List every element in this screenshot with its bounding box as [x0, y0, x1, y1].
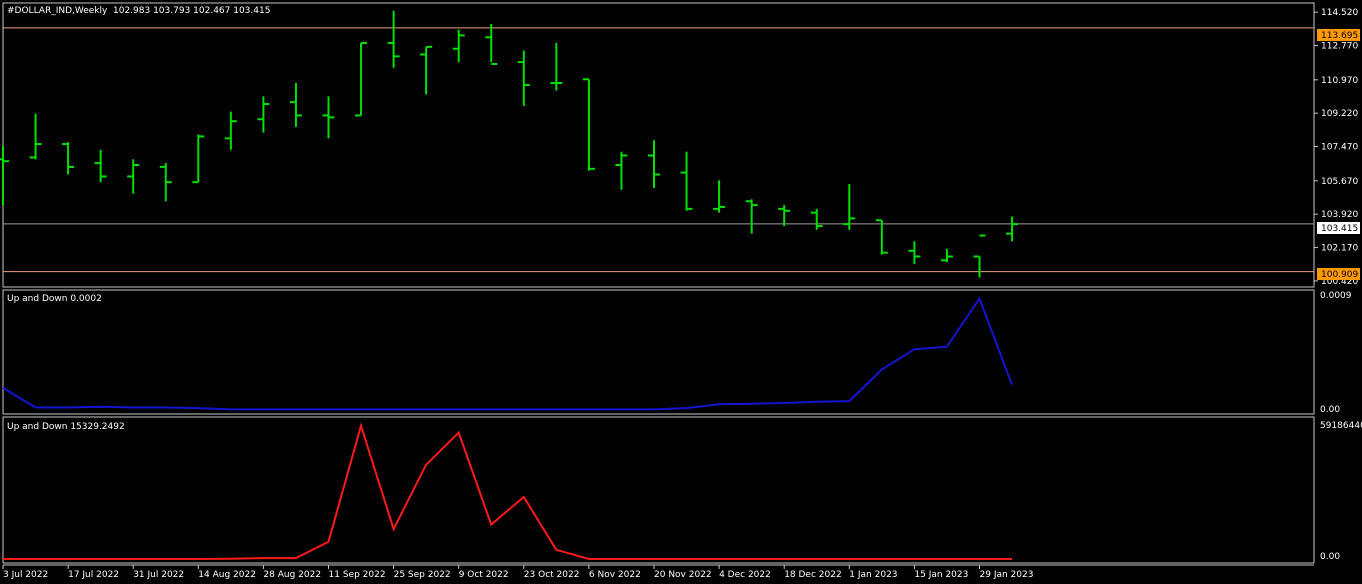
ohlc-bar — [908, 241, 921, 265]
time-tick-label: 9 Oct 2022 — [459, 570, 509, 580]
indicator1-label: Up and Down 0.0002 — [7, 294, 102, 304]
price-tick-label: 105.670 — [1321, 177, 1358, 187]
ohlc-bar — [745, 199, 758, 234]
ohlc-bar — [485, 23, 498, 65]
chart-canvas: 114.520 112.770 110.970 109.220 107.470 105.6… — [0, 2, 1362, 580]
ohlc-bar — [713, 180, 726, 213]
price-tick-label: 112.770 — [1321, 42, 1358, 52]
time-tick-label: 3 Jul 2022 — [3, 570, 48, 580]
ohlc-bar — [62, 142, 75, 175]
time-tick-label: 11 Sep 2022 — [329, 570, 386, 580]
ohlc-bar — [778, 205, 791, 227]
indicator1-line — [2, 296, 1013, 411]
ohlc-bar — [0, 145, 9, 206]
panel-frame-2 — [2, 416, 1315, 564]
ohlc-bar — [94, 149, 107, 183]
ohlc-bar — [517, 50, 530, 106]
ohlc-bar — [387, 10, 400, 68]
current-price-badge-text: 103.415 — [1321, 224, 1358, 234]
time-tick-label: 14 Aug 2022 — [198, 570, 256, 580]
ohlc-bar — [192, 134, 205, 184]
price-axis: 114.520 112.770 110.970 109.220 107.470 105.6… — [1314, 8, 1358, 287]
panel-frame-0 — [2, 2, 1315, 288]
ohlc-bar — [289, 83, 302, 127]
panel-frames — [2, 2, 1315, 566]
ohlc-bars — [0, 10, 1019, 278]
ohlc-bar — [550, 43, 563, 91]
ohlc-bar — [452, 29, 465, 63]
price-tick-label: 109.220 — [1321, 109, 1358, 119]
time-tick-label: 28 Aug 2022 — [263, 570, 321, 580]
ohlc-bar — [615, 151, 628, 190]
time-tick-label: 23 Oct 2022 — [524, 570, 580, 580]
ohlc-bar — [940, 248, 953, 263]
ohlc-bar — [127, 159, 140, 194]
time-tick-label: 20 Nov 2022 — [654, 570, 712, 580]
ohlc-bar — [875, 219, 888, 255]
time-tick-label: 4 Dec 2022 — [719, 570, 771, 580]
chart-header-symbol: #DOLLAR_IND,Weekly — [7, 6, 108, 16]
price-tick-label: 110.970 — [1321, 76, 1358, 86]
time-tick-label: 18 Dec 2022 — [784, 570, 842, 580]
indicator1-axis-bottom: 0.00 — [1320, 405, 1340, 415]
indicator2-label: Up and Down 15329.2492 — [7, 422, 125, 432]
ohlc-bar — [355, 42, 368, 117]
price-level-lines — [3, 27, 1314, 273]
chart-window: 114.520 112.770 110.970 109.220 107.470 105.6… — [0, 0, 1362, 584]
time-tick-label: 17 Jul 2022 — [68, 570, 119, 580]
price-tick-label: 103.920 — [1321, 210, 1358, 220]
ohlc-bar — [810, 208, 823, 230]
ohlc-bar — [224, 111, 237, 150]
price-tick-label: 107.470 — [1321, 143, 1358, 153]
panel-frame-1 — [2, 289, 1315, 415]
ohlc-bar — [29, 113, 42, 160]
time-tick-label: 25 Sep 2022 — [394, 570, 451, 580]
ohlc-bar — [322, 96, 335, 139]
indicator2-panel — [3, 422, 1012, 560]
indicator2-axis-bottom: 0.00 — [1320, 552, 1340, 562]
indicator1-axis-top: 0.0009 — [1320, 291, 1352, 301]
indicator1-panel — [2, 296, 1013, 411]
ohlc-bar — [843, 184, 856, 230]
price-tick-label: 102.170 — [1321, 244, 1358, 254]
indicator2-line — [3, 422, 1012, 560]
time-axis: 3 Jul 2022 17 Jul 2022 31 Jul 2022 14 Aug 2… — [2, 565, 1034, 580]
ohlc-bar — [159, 163, 172, 202]
ohlc-bar — [257, 96, 270, 133]
ohlc-bar — [680, 151, 693, 211]
time-tick-label: 15 Jan 2023 — [914, 570, 968, 580]
time-tick-label: 6 Nov 2022 — [589, 570, 641, 580]
price-tick-label: 114.520 — [1321, 8, 1358, 18]
upper-price-badge-text: 113.695 — [1321, 31, 1358, 41]
chart-header-ohlc: 102.983 103.793 102.467 103.415 — [113, 6, 270, 16]
ohlc-bar — [582, 78, 595, 171]
time-tick-label: 31 Jul 2022 — [133, 570, 184, 580]
indicator2-axis-top: 5918644041 — [1320, 421, 1362, 431]
time-tick-label: 1 Jan 2023 — [849, 570, 897, 580]
ohlc-bar — [648, 140, 660, 188]
time-tick-label: 29 Jan 2023 — [980, 570, 1034, 580]
lower-price-badge-text: 100.909 — [1321, 270, 1358, 280]
ohlc-bar — [1006, 216, 1019, 242]
ohlc-bar — [420, 45, 433, 95]
